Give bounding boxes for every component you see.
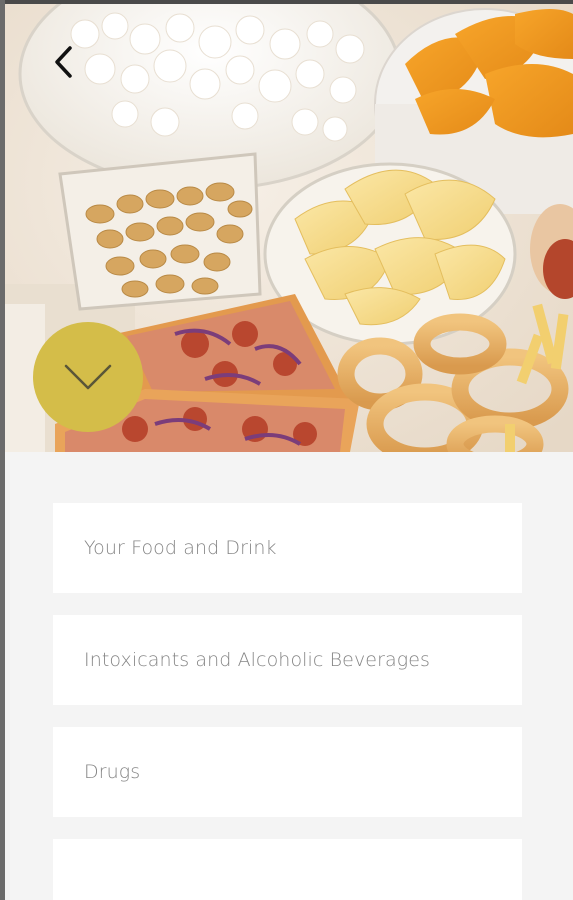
menu-item-label: Intoxicants and Alcoholic Beverages xyxy=(84,649,431,671)
menu-item-intoxicants[interactable]: Intoxicants and Alcoholic Beverages xyxy=(53,615,522,705)
screen-edge xyxy=(0,0,5,900)
menu-item-partial[interactable] xyxy=(53,839,522,900)
app-screen: Your Food and Drink Intoxicants and Alco… xyxy=(0,0,573,900)
hero-image xyxy=(5,4,573,452)
menu-item-food-and-drink[interactable]: Your Food and Drink xyxy=(53,503,522,593)
menu-list: Your Food and Drink Intoxicants and Alco… xyxy=(5,452,573,900)
menu-item-label: Your Food and Drink xyxy=(84,537,277,559)
chevron-down-icon xyxy=(64,364,112,390)
expand-button[interactable] xyxy=(33,322,143,432)
menu-item-drugs[interactable]: Drugs xyxy=(53,727,522,817)
back-button[interactable] xyxy=(43,40,83,84)
chevron-left-icon xyxy=(55,46,72,78)
menu-item-label: Drugs xyxy=(84,761,141,783)
